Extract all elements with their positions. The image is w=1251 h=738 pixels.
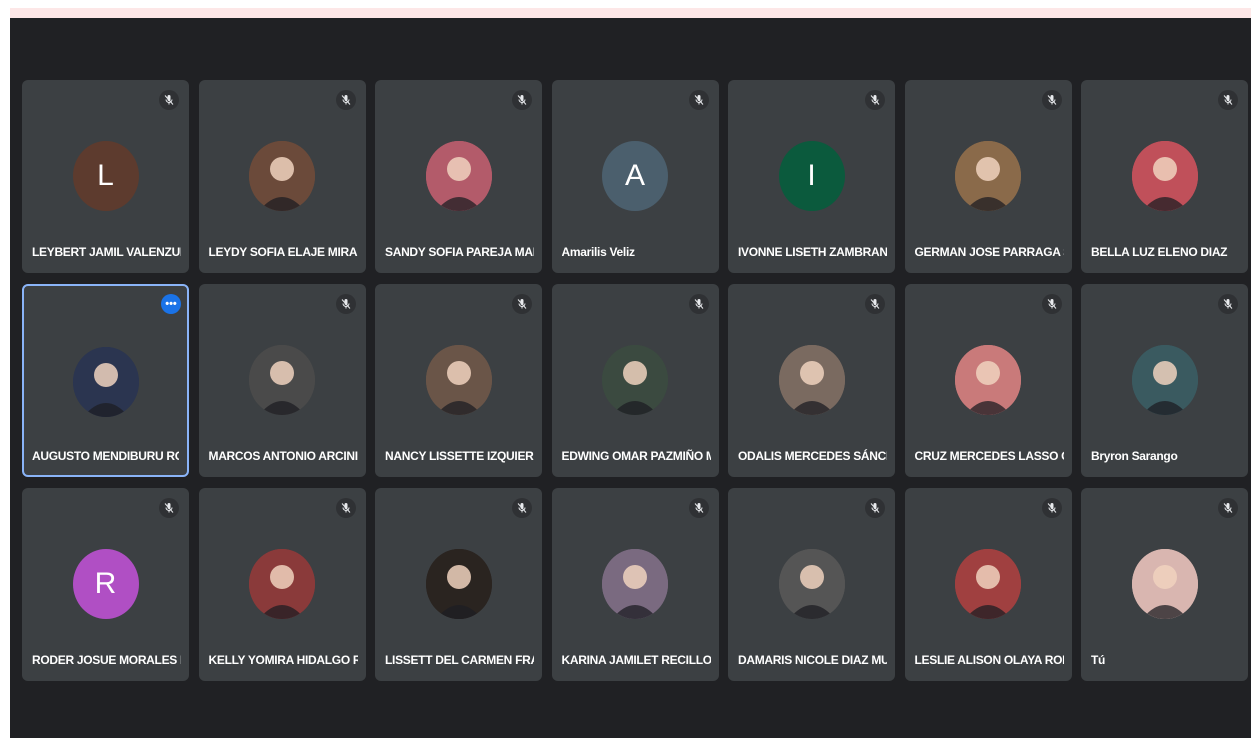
participant-photo [249,141,315,211]
participant-tile-2[interactable]: LEYDY SOFIA ELAJE MIRANDA [198,80,366,273]
participant-name: KELLY YOMIRA HIDALGO RE... [208,653,358,667]
participant-name: ODALIS MERCEDES SÁNCHE... [738,449,887,463]
participant-avatar: I [778,141,845,211]
mic-off-icon [1041,294,1062,314]
participant-name: LESLIE ALISON OLAYA RODR... [914,653,1064,667]
participant-name: AUGUSTO MENDIBURU ROJAS [32,449,179,463]
participant-tile-15[interactable]: R RODER JOSUE MORALES RO... [22,488,189,681]
mic-off-icon [1041,498,1062,518]
participant-avatar: L [72,141,139,211]
participant-name: NANCY LISSETTE IZQUIERDO... [385,449,534,463]
participant-name: GERMAN JOSE PARRAGA SA... [914,245,1064,259]
browser-bar [10,8,1251,18]
participant-photo [249,549,315,619]
participant-tile-18[interactable]: KARINA JAMILET RECILLO Q... [551,488,719,681]
participant-name: BELLA LUZ ELENO DIAZ [1091,245,1228,259]
participant-tile-7[interactable]: BELLA LUZ ELENO DIAZ [1081,80,1248,273]
mic-off-icon [688,498,709,518]
participant-tile-20[interactable]: LESLIE ALISON OLAYA RODR... [904,488,1072,681]
window-left-border [0,0,10,738]
participant-photo [955,141,1021,211]
participant-photo [425,345,492,415]
participant-photo [602,549,668,619]
participant-name: CRUZ MERCEDES LASSO CA... [914,449,1064,463]
participant-photo [425,549,492,619]
participant-tile-21[interactable]: Tú [1081,488,1248,681]
mic-off-icon [865,90,885,110]
more-options-icon[interactable]: ••• [161,294,181,314]
mic-off-icon [335,498,356,518]
mic-off-icon [865,498,885,518]
participant-avatar: A [602,141,668,211]
participant-tile-10[interactable]: NANCY LISSETTE IZQUIERDO... [375,284,542,477]
participant-name: SANDY SOFIA PAREJA MANC... [385,245,534,259]
participant-tile-8[interactable]: AUGUSTO MENDIBURU ROJAS ••• [22,284,189,477]
participant-photo [1131,141,1198,211]
participant-avatar: R [72,549,139,619]
mic-off-icon [335,90,356,110]
mic-off-icon [688,294,709,314]
participant-photo [778,345,845,415]
mic-off-icon [512,498,532,518]
participant-photo [602,345,668,415]
participant-name: LEYDY SOFIA ELAJE MIRANDA [208,245,358,259]
participant-tile-19[interactable]: DAMARIS NICOLE DIAZ MUÑ... [728,488,895,681]
participant-name: Bryron Sarango [1091,449,1178,463]
participant-grid: L LEYBERT JAMIL VALENZUELA... LEYDY SOFI… [22,80,1248,681]
participant-tile-17[interactable]: LISSETT DEL CARMEN FRAN... [375,488,542,681]
participant-name: MARCOS ANTONIO ARCINIE... [208,449,358,463]
mic-off-icon [688,90,709,110]
mic-off-icon [865,294,885,314]
participant-name: IVONNE LISETH ZAMBRANO ... [738,245,887,259]
participant-photo [778,549,845,619]
mic-off-icon [1218,90,1238,110]
mic-off-icon [512,294,532,314]
participant-name: Amarilis Veliz [561,245,635,259]
participant-photo [425,141,492,211]
mic-off-icon [335,294,356,314]
participant-photo [72,347,139,417]
participant-tile-13[interactable]: CRUZ MERCEDES LASSO CA... [904,284,1072,477]
mic-off-icon [512,90,532,110]
participant-tile-6[interactable]: GERMAN JOSE PARRAGA SA... [904,80,1072,273]
participant-tile-16[interactable]: KELLY YOMIRA HIDALGO RE... [198,488,366,681]
participant-tile-1[interactable]: L LEYBERT JAMIL VALENZUELA... [22,80,189,273]
participant-name: RODER JOSUE MORALES RO... [32,653,181,667]
mic-off-icon [159,498,179,518]
mic-off-icon [1218,498,1238,518]
mic-off-icon [1218,294,1238,314]
window-top-strip [0,0,1251,8]
participant-tile-5[interactable]: I IVONNE LISETH ZAMBRANO ... [728,80,895,273]
participant-tile-12[interactable]: ODALIS MERCEDES SÁNCHE... [728,284,895,477]
participant-name: KARINA JAMILET RECILLO Q... [561,653,711,667]
participant-name: EDWING OMAR PAZMIÑO M... [561,449,711,463]
participant-photo [955,345,1021,415]
participant-photo [249,345,315,415]
participant-tile-4[interactable]: A Amarilis Veliz [551,80,719,273]
participant-photo [1131,549,1198,619]
mic-off-icon [159,90,179,110]
participant-tile-9[interactable]: MARCOS ANTONIO ARCINIE... [198,284,366,477]
participant-tile-11[interactable]: EDWING OMAR PAZMIÑO M... [551,284,719,477]
participant-photo [1131,345,1198,415]
participant-tile-3[interactable]: SANDY SOFIA PAREJA MANC... [375,80,542,273]
mic-off-icon [1041,90,1062,110]
participant-name: Tú [1091,653,1106,667]
participant-name: LISSETT DEL CARMEN FRAN... [385,653,534,667]
meeting-stage: L LEYBERT JAMIL VALENZUELA... LEYDY SOFI… [10,18,1251,738]
participant-name: LEYBERT JAMIL VALENZUELA... [32,245,181,259]
participant-name: DAMARIS NICOLE DIAZ MUÑ... [738,653,887,667]
participant-tile-14[interactable]: Bryron Sarango [1081,284,1248,477]
participant-photo [955,549,1021,619]
